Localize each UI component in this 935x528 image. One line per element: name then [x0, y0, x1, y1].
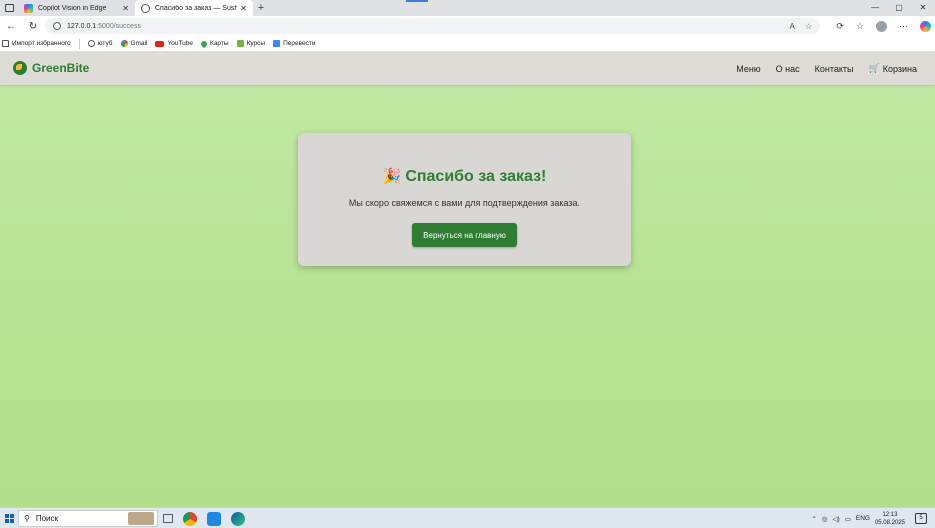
url-host: 127.0.0.1	[67, 22, 97, 30]
success-title: 🎉 Спасибо за заказ!	[298, 167, 631, 186]
nav-about-link[interactable]: О нас	[776, 64, 800, 74]
clock-time: 12:13	[882, 511, 898, 518]
bookmark-label: ютуб	[97, 40, 113, 47]
courses-icon	[236, 40, 244, 47]
bookmark-label: Курсы	[246, 40, 266, 47]
brand-logo[interactable]: GreenBite	[13, 61, 89, 75]
success-card: 🎉 Спасибо за заказ! Мы скоро свяжемся с в…	[298, 133, 631, 266]
volume-icon[interactable]: ◁)	[833, 515, 840, 523]
language-indicator[interactable]: ENG	[856, 515, 870, 522]
maximize-button[interactable]: ▢	[887, 0, 911, 16]
brand-name: GreenBite	[32, 61, 90, 75]
bookmark-courses[interactable]: Курсы	[236, 40, 266, 47]
bookmark-label: Импорт избранного	[12, 40, 71, 47]
url-text: 127.0.0.1:5000/success	[67, 23, 141, 30]
refresh-icon[interactable]: ↻	[22, 21, 44, 32]
battery-icon[interactable]: ▭	[845, 515, 851, 523]
site-header: GreenBite Меню О нас Контакты 🛒 Корзина	[0, 52, 935, 85]
success-message: Мы скоро свяжемся с вами для подтвержден…	[348, 198, 581, 208]
tray-chevron-icon[interactable]: ⌃	[811, 515, 816, 523]
browser-tab-strip: Copilot Vision in Edge ✕ Спасибо за зака…	[0, 0, 935, 16]
more-menu-icon[interactable]: ···	[899, 21, 908, 31]
address-bar-row: ← ↻ 127.0.0.1:5000/success A ☆ ⟳ ☆ ···	[0, 16, 935, 36]
extensions-icon[interactable]: ⟳	[836, 21, 844, 32]
back-icon[interactable]: ←	[0, 21, 22, 32]
profile-avatar-icon[interactable]	[876, 20, 887, 32]
bookmark-youtube[interactable]: YouTube	[155, 40, 193, 47]
search-label: Поиск	[35, 514, 59, 523]
close-tab-icon[interactable]: ✕	[122, 4, 129, 13]
cart-icon: 🛒	[868, 63, 880, 73]
system-tray: ⌃ ◎ ◁) ▭ ENG 12:13 05.08.2025	[811, 508, 905, 528]
copilot-icon[interactable]	[920, 20, 931, 32]
bookmark-translate[interactable]: Перевести	[273, 40, 315, 47]
tab-copilot[interactable]: Copilot Vision in Edge ✕	[18, 0, 135, 16]
windows-start-icon[interactable]	[1, 508, 17, 528]
loading-indicator	[406, 0, 428, 2]
nav-cart-link[interactable]: 🛒 Корзина	[868, 63, 917, 74]
network-icon[interactable]: ◎	[822, 515, 828, 523]
tab-success[interactable]: Спасибо за заказ — SushiTime ✕	[135, 0, 253, 16]
search-highlight-image	[128, 512, 154, 525]
favorite-star-icon[interactable]: ☆	[805, 22, 812, 31]
bookmark-youtube-ru[interactable]: ютуб	[87, 40, 113, 47]
task-view-icon[interactable]	[163, 514, 173, 523]
bookmark-maps[interactable]: Карты	[199, 39, 229, 48]
bookmark-separator	[78, 38, 80, 49]
tab-title: Спасибо за заказ — SushiTime	[155, 4, 238, 12]
taskbar-apps	[163, 508, 245, 528]
site-info-icon[interactable]	[53, 22, 61, 30]
bookmark-label: Перевести	[283, 40, 316, 47]
chrome-icon[interactable]	[183, 511, 197, 526]
browser-toolbar: ⟳ ☆ ···	[836, 16, 931, 36]
clock-date: 05.08.2025	[874, 519, 905, 526]
new-tab-button[interactable]: +	[253, 2, 269, 14]
search-icon: ⚲	[24, 514, 30, 523]
workspaces-icon[interactable]	[0, 0, 18, 16]
site-nav: Меню О нас Контакты 🛒 Корзина	[736, 52, 917, 85]
success-title-text: Спасибо за заказ!	[405, 168, 547, 185]
bookmark-gmail[interactable]: Gmail	[120, 40, 148, 47]
back-home-button[interactable]: Вернуться на главную	[412, 223, 517, 247]
clock[interactable]: 12:13 05.08.2025	[875, 511, 905, 527]
url-field[interactable]: 127.0.0.1:5000/success A ☆	[45, 18, 820, 34]
window-controls: — ▢ ✕	[863, 0, 935, 16]
vscode-icon[interactable]	[207, 511, 221, 526]
nav-menu-link[interactable]: Меню	[736, 64, 760, 74]
bookmark-label: Карты	[210, 40, 229, 47]
cart-label: Корзина	[882, 63, 917, 74]
party-popper-icon: 🎉	[382, 168, 402, 185]
bookmarks-bar: Импорт избранного ютуб Gmail YouTube Кар…	[0, 36, 935, 52]
translate-icon	[273, 40, 281, 47]
maps-icon	[199, 39, 209, 48]
nav-contacts-link[interactable]: Контакты	[815, 64, 854, 74]
close-tab-icon[interactable]: ✕	[240, 4, 247, 13]
leaf-logo-icon	[13, 61, 27, 75]
bookmark-label: YouTube	[167, 40, 194, 47]
folder-icon	[2, 40, 9, 47]
bookmark-import[interactable]: Импорт избранного	[2, 40, 71, 47]
bookmark-label: Gmail	[130, 40, 148, 47]
favorites-icon[interactable]: ☆	[856, 21, 864, 32]
youtube-icon	[155, 40, 165, 47]
globe-icon	[87, 40, 95, 47]
url-path: :5000/success	[96, 22, 141, 30]
read-aloud-icon[interactable]: A	[789, 22, 794, 31]
taskbar-search-field[interactable]: ⚲ Поиск	[18, 510, 158, 527]
notifications-icon[interactable]: 5	[915, 513, 927, 524]
tab-title: Copilot Vision in Edge	[38, 4, 107, 12]
os-taskbar: ⚲ Поиск ⌃ ◎ ◁) ▭ ENG 12:13 05.08.2025 5	[0, 507, 935, 528]
google-icon	[120, 40, 128, 47]
minimize-button[interactable]: —	[863, 0, 887, 16]
page-content: GreenBite Меню О нас Контакты 🛒 Корзина …	[0, 52, 935, 507]
edge-icon[interactable]	[231, 511, 245, 526]
copilot-favicon-icon	[24, 3, 33, 13]
globe-favicon-icon	[141, 3, 150, 13]
close-window-button[interactable]: ✕	[911, 0, 935, 16]
